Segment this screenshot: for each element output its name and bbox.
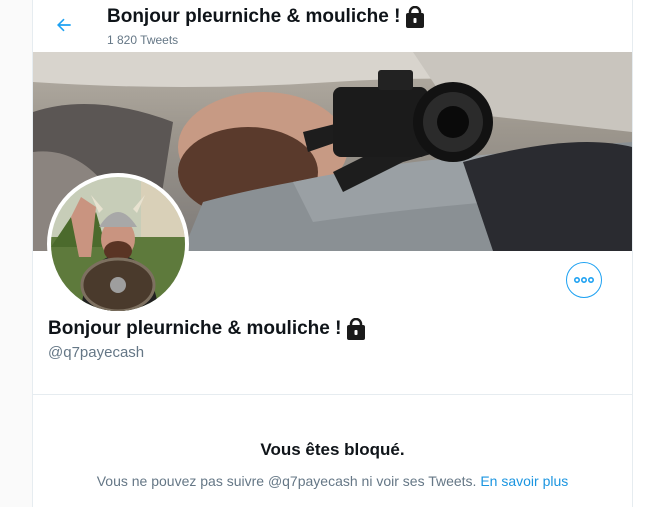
- lock-icon: [406, 6, 425, 28]
- top-bar: Bonjour pleurniche & mouliche ! 1 820 Tw…: [33, 0, 632, 52]
- lock-icon: [347, 318, 366, 340]
- back-button[interactable]: [49, 10, 79, 40]
- learn-more-link[interactable]: En savoir plus: [480, 473, 568, 489]
- blocked-message: Vous ne pouvez pas suivre @q7payecash ni…: [33, 473, 632, 489]
- left-background: [0, 0, 32, 507]
- section-divider: [33, 394, 632, 395]
- more-options-icon: [574, 277, 594, 283]
- tweet-count: 1 820 Tweets: [107, 33, 179, 47]
- back-arrow-icon: [57, 18, 71, 32]
- profile-column: Bonjour pleurniche & mouliche ! 1 820 Tw…: [32, 0, 633, 507]
- blocked-message-text: Vous ne pouvez pas suivre @q7payecash ni…: [96, 473, 477, 489]
- header-title: Bonjour pleurniche & mouliche !: [107, 6, 425, 28]
- more-options-button[interactable]: [566, 262, 602, 298]
- profile-name: Bonjour pleurniche & mouliche !: [48, 318, 366, 340]
- profile-name-text: Bonjour pleurniche & mouliche !: [48, 318, 342, 339]
- blocked-title: Vous êtes bloqué.: [260, 440, 405, 459]
- avatar-image: [51, 177, 185, 311]
- header-title-text: Bonjour pleurniche & mouliche !: [107, 6, 401, 27]
- profile-handle: @q7payecash: [48, 344, 145, 361]
- avatar[interactable]: [47, 173, 189, 315]
